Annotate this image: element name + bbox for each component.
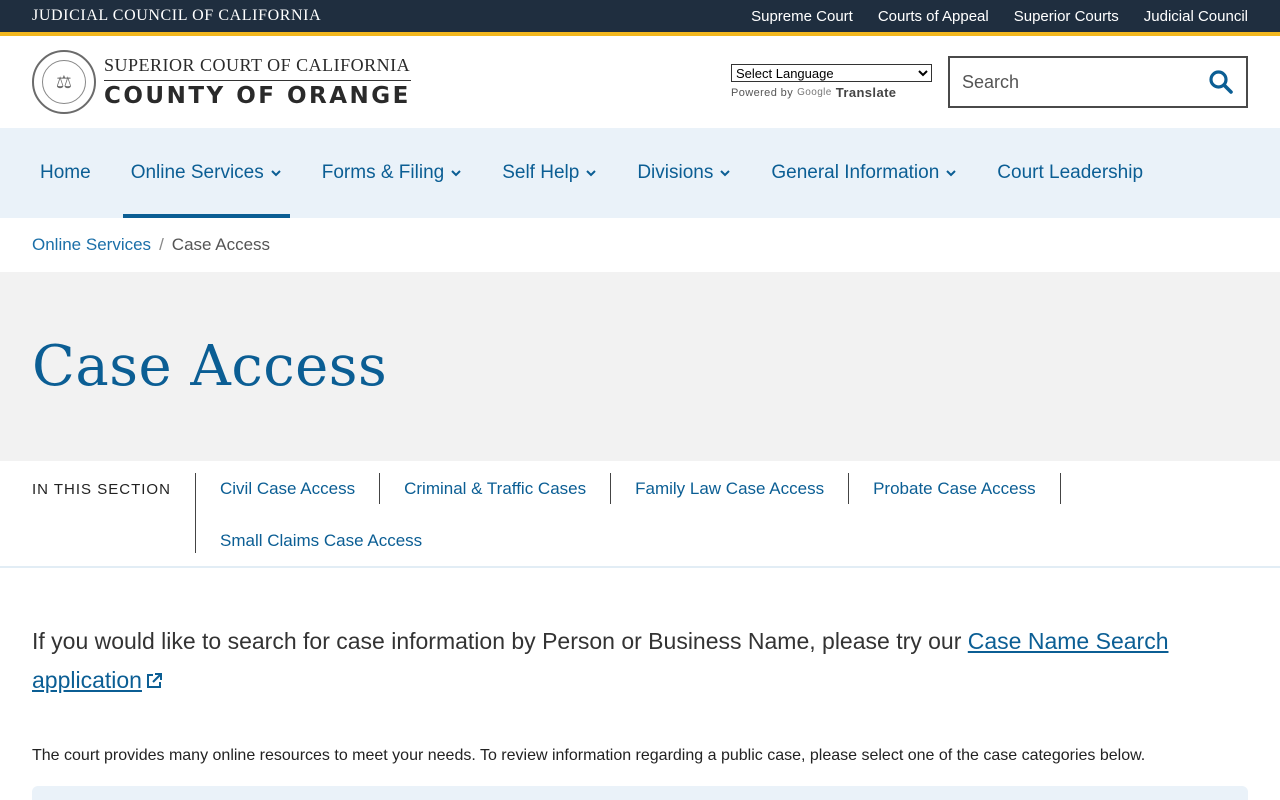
nav-general-information-label: General Information — [771, 162, 940, 183]
header-tools: Select Language Powered by Google Transl… — [731, 56, 1248, 108]
language-select[interactable]: Select Language — [731, 64, 932, 82]
nav-divisions-label: Divisions — [637, 162, 714, 183]
main-content: If you would like to search for case inf… — [0, 568, 1280, 800]
section-link-civil[interactable]: Civil Case Access — [196, 473, 381, 504]
main-navigation: Home Online Services Forms & Filing Self… — [0, 128, 1280, 218]
breadcrumb-separator: / — [159, 235, 164, 254]
nav-forms-filing-label: Forms & Filing — [321, 162, 445, 183]
section-link-small-claims[interactable]: Small Claims Case Access — [196, 525, 446, 556]
external-link-icon — [146, 673, 162, 688]
nav-online-services-label: Online Services — [130, 162, 264, 183]
translate-link[interactable]: Translate — [836, 85, 897, 100]
top-link-courts-of-appeal[interactable]: Courts of Appeal — [878, 8, 989, 25]
intro-paragraph: The court provides many online resources… — [32, 747, 1146, 764]
nav-court-leadership[interactable]: Court Leadership — [989, 128, 1151, 218]
in-this-section-label: IN THIS SECTION — [32, 481, 171, 498]
section-link-family-law[interactable]: Family Law Case Access — [611, 473, 850, 504]
top-link-supreme-court[interactable]: Supreme Court — [751, 8, 853, 25]
search-input[interactable] — [962, 71, 1182, 93]
brand-text: SUPERIOR COURT OF CALIFORNIA COUNTY OF O… — [104, 55, 411, 109]
nav-home-label: Home — [40, 162, 91, 183]
judicial-council-title[interactable]: JUDICIAL COUNCIL OF CALIFORNIA — [32, 7, 321, 25]
chevron-down-icon — [720, 170, 731, 177]
page-hero: Case Access — [0, 272, 1280, 461]
site-logo[interactable]: ⚖ SUPERIOR COURT OF CALIFORNIA COUNTY OF… — [32, 50, 411, 114]
nav-forms-filing[interactable]: Forms & Filing — [314, 128, 470, 218]
chevron-down-icon — [946, 170, 956, 177]
case-categories-panel — [32, 786, 1248, 800]
google-translate-widget: Select Language Powered by Google Transl… — [731, 64, 932, 100]
breadcrumb: Online Services / Case Access — [0, 218, 1280, 272]
section-link-probate[interactable]: Probate Case Access — [849, 473, 1061, 504]
top-utility-bar: JUDICIAL COUNCIL OF CALIFORNIA Supreme C… — [0, 0, 1280, 36]
breadcrumb-current: Case Access — [171, 235, 271, 254]
section-links: Civil Case Access Criminal & Traffic Cas… — [195, 473, 1075, 553]
nav-general-information[interactable]: General Information — [763, 128, 965, 218]
breadcrumb-online-services[interactable]: Online Services — [32, 235, 151, 255]
site-header: ⚖ SUPERIOR COURT OF CALIFORNIA COUNTY OF… — [0, 36, 1280, 128]
section-link-criminal-traffic[interactable]: Criminal & Traffic Cases — [380, 473, 612, 504]
brand-bottom-line: COUNTY OF ORANGE — [104, 83, 411, 109]
search-box — [948, 56, 1248, 108]
chevron-down-icon — [451, 170, 461, 177]
search-icon[interactable] — [1208, 69, 1234, 95]
court-seal-icon: ⚖ — [32, 50, 96, 114]
in-this-section: IN THIS SECTION Civil Case Access Crimin… — [0, 461, 1280, 568]
seal-emblem-icon: ⚖ — [42, 60, 86, 104]
top-links: Supreme Court Courts of Appeal Superior … — [751, 8, 1248, 25]
nav-online-services[interactable]: Online Services — [122, 128, 290, 218]
nav-divisions[interactable]: Divisions — [629, 128, 739, 218]
powered-by-text: Powered by — [731, 86, 794, 99]
chevron-down-icon — [271, 170, 281, 177]
nav-self-help[interactable]: Self Help — [494, 128, 605, 218]
lead-text: If you would like to search for case inf… — [32, 628, 968, 654]
nav-home[interactable]: Home — [32, 128, 99, 218]
google-logo-icon: Google — [797, 87, 832, 98]
brand-top-line: SUPERIOR COURT OF CALIFORNIA — [104, 55, 411, 81]
page-title: Case Access — [32, 334, 388, 399]
top-link-judicial-council[interactable]: Judicial Council — [1144, 8, 1248, 25]
chevron-down-icon — [586, 170, 597, 177]
powered-by: Powered by Google Translate — [731, 85, 932, 100]
top-link-superior-courts[interactable]: Superior Courts — [1014, 8, 1119, 25]
nav-court-leadership-label: Court Leadership — [997, 162, 1144, 183]
nav-self-help-label: Self Help — [502, 162, 580, 183]
lead-paragraph: If you would like to search for case inf… — [32, 622, 1248, 700]
